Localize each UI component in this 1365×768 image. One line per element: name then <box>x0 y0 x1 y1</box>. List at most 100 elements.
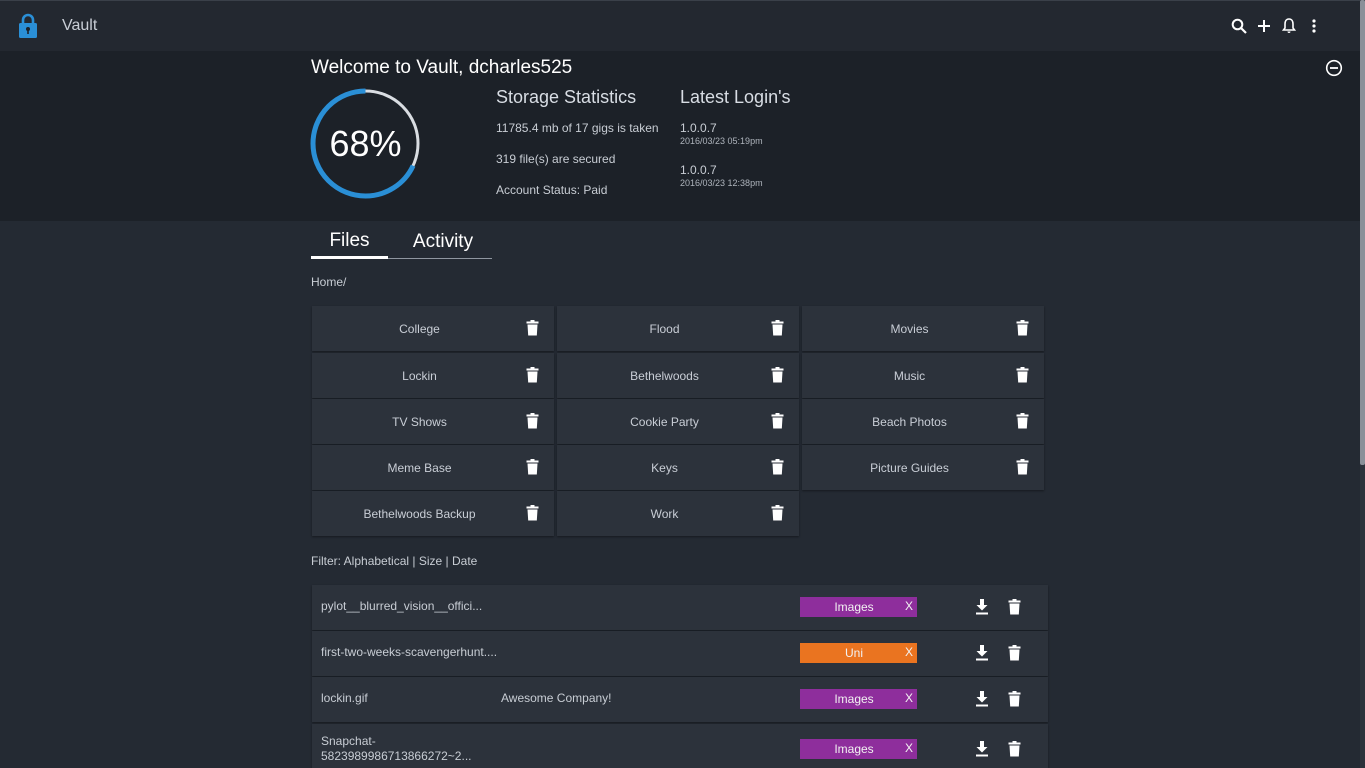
remove-tag-button[interactable]: X <box>905 691 913 705</box>
tag-label: Images <box>834 600 874 614</box>
folder-card[interactable]: Lockin <box>312 353 554 398</box>
files-secured: 319 file(s) are secured <box>496 152 616 166</box>
folder-card[interactable]: Movies <box>802 306 1044 351</box>
login-entry: 1.0.0.7 2016/03/23 05:19pm <box>680 121 791 146</box>
trash-icon[interactable] <box>1016 413 1029 429</box>
folder-card[interactable]: Flood <box>557 306 799 351</box>
category-tag: Images X <box>800 689 917 709</box>
filter-alphabetical[interactable]: Alphabetical <box>344 554 409 568</box>
trash-icon[interactable] <box>526 459 539 475</box>
file-name[interactable]: Snapchat- 5823989986713866272~2... <box>321 734 501 764</box>
welcome-heading: Welcome to Vault, dcharles525 <box>311 57 573 78</box>
login-entry: 1.0.0.7 2016/03/23 12:38pm <box>680 163 791 188</box>
trash-icon[interactable] <box>771 459 784 475</box>
tab-files[interactable]: Files <box>311 225 388 259</box>
storage-used: 11785.4 mb of 17 gigs is taken <box>496 121 659 135</box>
login-time: 2016/03/23 05:19pm <box>680 136 763 146</box>
account-status: Account Status: Paid <box>496 183 608 197</box>
remove-tag-button[interactable]: X <box>905 645 913 659</box>
remove-tag-button[interactable]: X <box>905 741 913 755</box>
download-icon[interactable] <box>975 741 989 757</box>
storage-heading: Storage Statistics <box>496 87 637 107</box>
filter-separator: | <box>409 554 419 568</box>
lock-icon[interactable] <box>18 13 38 39</box>
trash-icon[interactable] <box>771 320 784 336</box>
tab-activity[interactable]: Activity <box>388 225 492 259</box>
folder-card[interactable]: College <box>312 306 554 351</box>
trash-icon[interactable] <box>526 413 539 429</box>
folder-name: Keys <box>651 460 678 475</box>
folder-card[interactable]: Picture Guides <box>802 445 1044 490</box>
folder-name: Movies <box>890 321 929 336</box>
folder-name: Bethelwoods Backup <box>363 506 476 521</box>
tag-label: Images <box>834 742 874 756</box>
add-icon[interactable] <box>1255 15 1272 37</box>
folder-card[interactable]: Keys <box>557 445 799 490</box>
trash-icon[interactable] <box>1016 367 1029 383</box>
account-summary-panel: Welcome to Vault, dcharles525 68% Storag… <box>0 51 1360 221</box>
trash-icon[interactable] <box>526 367 539 383</box>
folder-name: College <box>399 321 440 336</box>
file-name[interactable]: lockin.gif <box>321 691 501 706</box>
trash-icon[interactable] <box>526 505 539 521</box>
storage-percent: 68% <box>329 122 402 164</box>
file-row[interactable]: pylot__blurred_vision__offici... Images X <box>312 585 1048 630</box>
file-name[interactable]: pylot__blurred_vision__offici... <box>321 599 501 614</box>
tag-label: Images <box>834 692 874 706</box>
folder-name: Music <box>893 368 926 383</box>
login-ip: 1.0.0.7 <box>680 163 717 177</box>
folder-name: TV Shows <box>392 414 447 429</box>
category-tag: Images X <box>800 597 917 617</box>
folder-card[interactable]: TV Shows <box>312 399 554 444</box>
file-row[interactable]: lockin.gif Awesome Company! Images X <box>312 677 1048 722</box>
trash-icon[interactable] <box>1016 459 1029 475</box>
folder-name: Lockin <box>402 368 437 383</box>
more-vert-icon[interactable] <box>1305 15 1322 37</box>
trash-icon[interactable] <box>771 505 784 521</box>
collapse-icon[interactable] <box>1325 59 1343 77</box>
remove-tag-button[interactable]: X <box>905 599 913 613</box>
folder-name: Work <box>650 506 679 521</box>
folder-name: Cookie Party <box>630 414 699 429</box>
folder-card[interactable]: Work <box>557 491 799 536</box>
folder-card[interactable]: Bethelwoods <box>557 353 799 398</box>
download-icon[interactable] <box>975 645 989 661</box>
login-time: 2016/03/23 12:38pm <box>680 178 763 188</box>
filter-bar: Filter: Alphabetical | Size | Date <box>311 554 477 568</box>
folder-name: Flood <box>649 321 680 336</box>
storage-statistics: Storage Statistics 11785.4 mb of 17 gigs… <box>496 87 659 214</box>
file-row[interactable]: Snapchat- 5823989986713866272~2... Images… <box>312 724 1048 768</box>
filter-separator: | <box>442 554 452 568</box>
scrollbar[interactable] <box>1360 0 1365 768</box>
category-tag: Uni X <box>800 643 917 663</box>
folder-name: Bethelwoods <box>630 368 699 383</box>
bell-icon[interactable] <box>1280 15 1297 37</box>
folder-card[interactable]: Bethelwoods Backup <box>312 491 554 536</box>
trash-icon[interactable] <box>1016 320 1029 336</box>
filter-date[interactable]: Date <box>452 554 477 568</box>
download-icon[interactable] <box>975 691 989 707</box>
filter-size[interactable]: Size <box>419 554 442 568</box>
app-title: Vault <box>62 17 98 34</box>
file-name[interactable]: first-two-weeks-scavengerhunt.... <box>321 645 501 660</box>
trash-icon[interactable] <box>1008 645 1021 661</box>
trash-icon[interactable] <box>1008 599 1021 615</box>
file-row[interactable]: first-two-weeks-scavengerhunt.... Uni X <box>312 631 1048 676</box>
folder-card[interactable]: Beach Photos <box>802 399 1044 444</box>
folder-card[interactable]: Meme Base <box>312 445 554 490</box>
trash-icon[interactable] <box>526 320 539 336</box>
login-ip: 1.0.0.7 <box>680 121 717 135</box>
folder-card[interactable]: Music <box>802 353 1044 398</box>
scrollbar-thumb[interactable] <box>1360 0 1365 465</box>
folder-card[interactable]: Cookie Party <box>557 399 799 444</box>
trash-icon[interactable] <box>1008 691 1021 707</box>
tab-bar: Files Activity <box>311 225 492 259</box>
trash-icon[interactable] <box>1008 741 1021 757</box>
download-icon[interactable] <box>975 599 989 615</box>
trash-icon[interactable] <box>771 367 784 383</box>
breadcrumb[interactable]: Home/ <box>311 275 346 289</box>
search-icon[interactable] <box>1230 15 1247 37</box>
app-bar: Vault <box>0 0 1360 51</box>
trash-icon[interactable] <box>771 413 784 429</box>
latest-logins: Latest Login's 1.0.0.7 2016/03/23 05:19p… <box>680 87 791 205</box>
